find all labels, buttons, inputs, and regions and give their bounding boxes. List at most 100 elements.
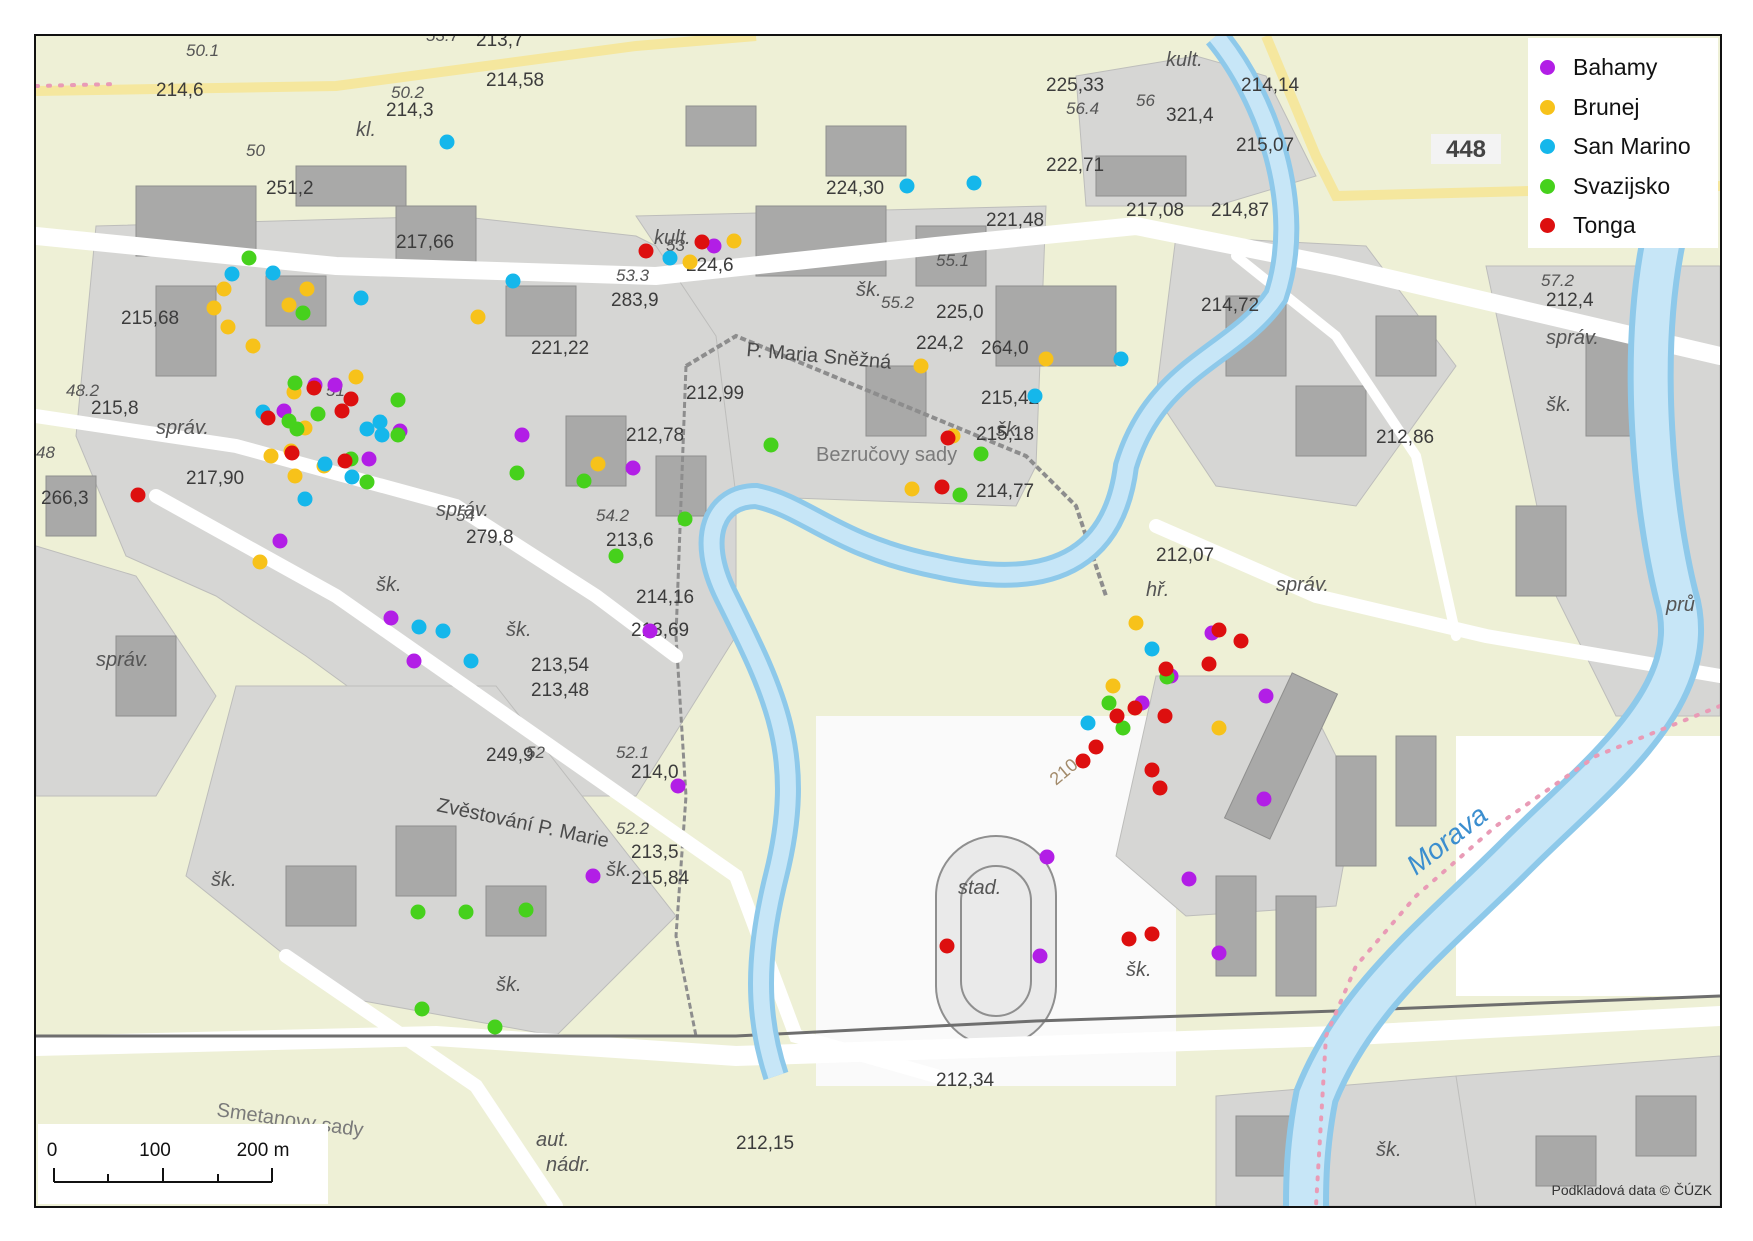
point-svazijsko[interactable] [677, 511, 693, 527]
point-san-marino[interactable] [435, 623, 451, 639]
point-bahamy[interactable] [585, 868, 601, 884]
point-san-marino[interactable] [359, 421, 375, 437]
point-tonga[interactable] [694, 234, 710, 250]
point-svazijsko[interactable] [1101, 695, 1117, 711]
point-tonga[interactable] [1127, 700, 1143, 716]
point-san-marino[interactable] [439, 134, 455, 150]
point-bahamy[interactable] [1211, 945, 1227, 961]
point-bahamy[interactable] [406, 653, 422, 669]
point-san-marino[interactable] [297, 491, 313, 507]
point-svazijsko[interactable] [390, 427, 406, 443]
point-san-marino[interactable] [1027, 388, 1043, 404]
point-bahamy[interactable] [1256, 791, 1272, 807]
point-svazijsko[interactable] [295, 305, 311, 321]
point-svazijsko[interactable] [281, 413, 297, 429]
point-brunej[interactable] [1128, 615, 1144, 631]
point-svazijsko[interactable] [763, 437, 779, 453]
point-svazijsko[interactable] [608, 548, 624, 564]
point-tonga[interactable] [284, 445, 300, 461]
point-bahamy[interactable] [1181, 871, 1197, 887]
point-tonga[interactable] [934, 479, 950, 495]
point-tonga[interactable] [638, 243, 654, 259]
point-bahamy[interactable] [272, 533, 288, 549]
point-tonga[interactable] [337, 453, 353, 469]
point-san-marino[interactable] [463, 653, 479, 669]
point-brunej[interactable] [263, 448, 279, 464]
point-san-marino[interactable] [265, 265, 281, 281]
point-brunej[interactable] [348, 369, 364, 385]
point-tonga[interactable] [1144, 926, 1160, 942]
point-brunej[interactable] [252, 554, 268, 570]
point-svazijsko[interactable] [310, 406, 326, 422]
point-svazijsko[interactable] [410, 904, 426, 920]
point-bahamy[interactable] [670, 778, 686, 794]
point-san-marino[interactable] [372, 414, 388, 430]
point-tonga[interactable] [1121, 931, 1137, 947]
point-brunej[interactable] [287, 468, 303, 484]
point-tonga[interactable] [1152, 780, 1168, 796]
point-svazijsko[interactable] [952, 487, 968, 503]
point-tonga[interactable] [334, 403, 350, 419]
point-san-marino[interactable] [1144, 641, 1160, 657]
point-svazijsko[interactable] [518, 902, 534, 918]
point-brunej[interactable] [590, 456, 606, 472]
point-bahamy[interactable] [1258, 688, 1274, 704]
point-tonga[interactable] [130, 487, 146, 503]
point-bahamy[interactable] [625, 460, 641, 476]
point-svazijsko[interactable] [458, 904, 474, 920]
point-tonga[interactable] [1233, 633, 1249, 649]
point-brunej[interactable] [220, 319, 236, 335]
point-svazijsko[interactable] [509, 465, 525, 481]
point-san-marino[interactable] [374, 427, 390, 443]
point-san-marino[interactable] [966, 175, 982, 191]
point-brunej[interactable] [913, 358, 929, 374]
point-san-marino[interactable] [411, 619, 427, 635]
point-bahamy[interactable] [514, 427, 530, 443]
point-tonga[interactable] [260, 410, 276, 426]
map-view[interactable]: Morava P. Maria Sněžná Bezručovy sady Zv… [34, 34, 1722, 1208]
point-brunej[interactable] [904, 481, 920, 497]
point-tonga[interactable] [343, 391, 359, 407]
point-brunej[interactable] [726, 233, 742, 249]
point-san-marino[interactable] [344, 469, 360, 485]
point-brunej[interactable] [206, 300, 222, 316]
point-san-marino[interactable] [224, 266, 240, 282]
point-brunej[interactable] [1038, 351, 1054, 367]
point-tonga[interactable] [940, 430, 956, 446]
point-san-marino[interactable] [662, 250, 678, 266]
point-bahamy[interactable] [1039, 849, 1055, 865]
point-svazijsko[interactable] [241, 250, 257, 266]
point-svazijsko[interactable] [359, 474, 375, 490]
point-svazijsko[interactable] [973, 446, 989, 462]
point-bahamy[interactable] [361, 451, 377, 467]
point-brunej[interactable] [281, 297, 297, 313]
point-tonga[interactable] [1157, 708, 1173, 724]
point-svazijsko[interactable] [287, 375, 303, 391]
point-tonga[interactable] [1109, 708, 1125, 724]
point-tonga[interactable] [1075, 753, 1091, 769]
point-brunej[interactable] [245, 338, 261, 354]
point-bahamy[interactable] [642, 623, 658, 639]
point-brunej[interactable] [470, 309, 486, 325]
point-bahamy[interactable] [383, 610, 399, 626]
point-tonga[interactable] [306, 380, 322, 396]
point-san-marino[interactable] [1113, 351, 1129, 367]
point-tonga[interactable] [1211, 622, 1227, 638]
point-brunej[interactable] [1105, 678, 1121, 694]
point-san-marino[interactable] [1080, 715, 1096, 731]
point-san-marino[interactable] [505, 273, 521, 289]
point-svazijsko[interactable] [487, 1019, 503, 1035]
point-tonga[interactable] [1144, 762, 1160, 778]
point-tonga[interactable] [1158, 661, 1174, 677]
point-brunej[interactable] [216, 281, 232, 297]
point-brunej[interactable] [1211, 720, 1227, 736]
point-tonga[interactable] [939, 938, 955, 954]
point-svazijsko[interactable] [390, 392, 406, 408]
point-svazijsko[interactable] [414, 1001, 430, 1017]
point-bahamy[interactable] [327, 377, 343, 393]
point-tonga[interactable] [1201, 656, 1217, 672]
point-bahamy[interactable] [1032, 948, 1048, 964]
point-san-marino[interactable] [353, 290, 369, 306]
point-svazijsko[interactable] [576, 473, 592, 489]
point-brunej[interactable] [682, 254, 698, 270]
